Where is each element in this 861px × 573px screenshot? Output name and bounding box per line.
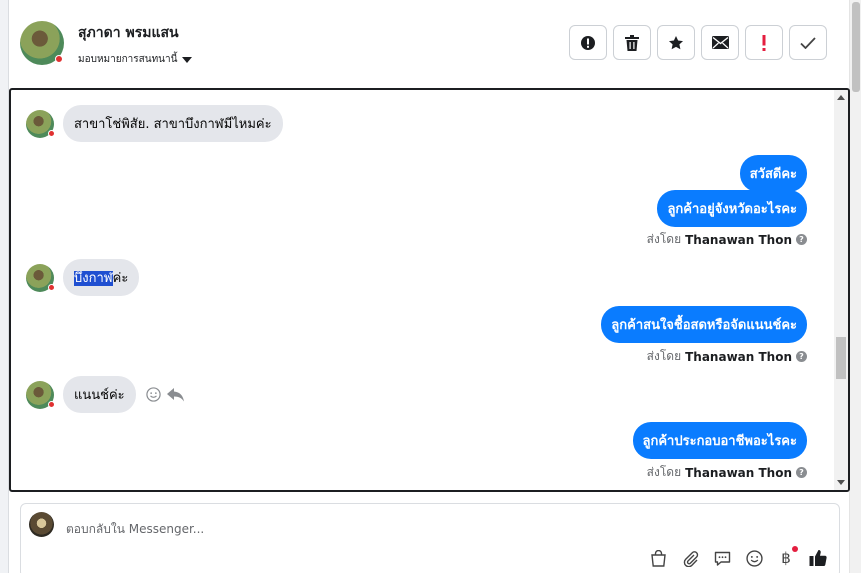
alert-icon — [581, 35, 595, 50]
message-reactions — [145, 387, 184, 402]
sent-by-agent: Thanawan Thon — [685, 349, 792, 364]
message-outgoing: ลูกค้าประกอบอาชีพอะไรคะ — [632, 422, 807, 459]
message-bubble[interactable]: ลูกค้าประกอบอาชีพอะไรคะ — [632, 422, 807, 459]
status-dot — [55, 55, 63, 63]
checkmark-icon — [800, 36, 816, 49]
mark-done-button[interactable] — [789, 25, 827, 60]
contact-avatar-small[interactable] — [26, 109, 55, 138]
saved-replies-icon — [714, 551, 730, 566]
scroll-down-arrow-icon[interactable] — [837, 480, 845, 485]
message-outgoing: ลูกค้าสนใจชื้อสดหรือจัดแนนช์คะ — [601, 306, 807, 343]
selected-text: บึงกาฬ — [74, 271, 113, 286]
chevron-down-icon — [182, 56, 193, 63]
mark-spam-button[interactable] — [569, 25, 607, 60]
assign-label: มอบหมายการสนทนานี้ — [78, 54, 178, 65]
sent-by-label: ส่งโดย Thanawan Thon ? — [647, 463, 807, 482]
important-icon — [762, 34, 766, 51]
message-thread[interactable]: สาขาโช่พิสัย. สาขาบึงกาฬมีไหมค่ะ สวัสดีค… — [9, 88, 850, 492]
message-bubble[interactable]: สวัสดีคะ — [739, 155, 807, 192]
info-icon[interactable]: ? — [796, 467, 807, 478]
message-bubble[interactable]: บึงกาฬค่ะ — [63, 259, 140, 296]
message-bubble[interactable]: แนนช์ค่ะ — [63, 376, 136, 413]
message-bubble[interactable]: ลูกค้าอยู่จังหวัดอะไรคะ — [657, 190, 807, 227]
page-scrollbar[interactable] — [849, 0, 861, 573]
sent-by-prefix: ส่งโดย — [646, 465, 682, 479]
info-icon[interactable]: ? — [796, 351, 807, 362]
sent-by-label: ส่งโดย Thanawan Thon ? — [647, 230, 807, 249]
assign-conversation-dropdown[interactable]: มอบหมายการสนทนานี้ — [78, 52, 193, 67]
contact-avatar-small[interactable] — [26, 263, 55, 292]
sent-by-agent: Thanawan Thon — [685, 465, 792, 480]
delete-button[interactable] — [613, 25, 651, 60]
reply-icon[interactable] — [166, 387, 184, 402]
emoji-icon[interactable] — [145, 387, 161, 402]
inbox-page: สุภาดา พรมแสน มอบหมายการสนทนานี้ สาขาโช่… — [0, 0, 861, 573]
shop-button[interactable] — [648, 548, 668, 568]
attach-button[interactable] — [680, 548, 700, 568]
sent-by-prefix: ส่งโดย — [646, 232, 682, 246]
scroll-up-arrow-icon[interactable] — [837, 95, 845, 100]
sent-by-prefix: ส่งโดย — [646, 349, 682, 363]
contact-name[interactable]: สุภาดา พรมแสน — [78, 22, 179, 44]
payment-button[interactable]: ฿ — [776, 546, 798, 568]
message-outgoing: ลูกค้าอยู่จังหวัดอะไรคะ — [657, 190, 807, 227]
like-button[interactable] — [808, 548, 828, 568]
emoji-button[interactable] — [744, 548, 764, 568]
thumbs-up-icon — [809, 550, 827, 566]
sent-by-agent: Thanawan Thon — [685, 232, 792, 247]
message-outgoing: สวัสดีคะ — [739, 155, 807, 192]
reply-input[interactable]: ตอบกลับใน Messenger... — [66, 520, 204, 539]
shopping-bag-icon — [650, 549, 666, 567]
notification-dot — [792, 546, 798, 552]
star-button[interactable] — [657, 25, 695, 60]
reply-composer[interactable]: ตอบกลับใน Messenger... ฿ — [20, 503, 840, 573]
contact-avatar[interactable] — [20, 21, 64, 65]
mark-unread-button[interactable] — [701, 25, 739, 60]
info-icon[interactable]: ? — [796, 234, 807, 245]
message-text-rest: ค่ะ — [112, 271, 129, 286]
conversation-header: สุภาดา พรมแสน มอบหมายการสนทนานี้ — [9, 0, 849, 88]
message-incoming: แนนช์ค่ะ — [26, 376, 184, 413]
status-dot — [48, 400, 55, 408]
star-icon — [669, 35, 683, 49]
header-actions — [569, 25, 827, 60]
message-bubble[interactable]: สาขาโช่พิสัย. สาขาบึงกาฬมีไหมค่ะ — [63, 105, 283, 142]
status-dot — [48, 283, 55, 291]
mark-important-button[interactable] — [745, 25, 783, 60]
page-scrollbar-thumb[interactable] — [852, 2, 860, 92]
emoji-icon — [745, 549, 763, 567]
composer-toolbar: ฿ — [648, 546, 828, 568]
page-avatar — [29, 512, 54, 537]
status-dot — [48, 129, 55, 137]
paperclip-icon — [683, 550, 698, 567]
saved-replies-button[interactable] — [712, 548, 732, 568]
trash-icon — [625, 34, 639, 51]
message-incoming: บึงกาฬค่ะ — [26, 259, 140, 296]
left-edge-strip — [0, 0, 9, 573]
baht-icon: ฿ — [781, 549, 791, 567]
mail-icon — [711, 36, 729, 49]
message-bubble[interactable]: ลูกค้าสนใจชื้อสดหรือจัดแนนช์คะ — [601, 306, 807, 343]
sent-by-label: ส่งโดย Thanawan Thon ? — [647, 347, 807, 366]
thread-scrollbar[interactable] — [834, 90, 848, 490]
thread-scrollbar-thumb[interactable] — [836, 337, 846, 379]
message-incoming: สาขาโช่พิสัย. สาขาบึงกาฬมีไหมค่ะ — [26, 105, 283, 142]
contact-avatar-small[interactable] — [26, 380, 55, 409]
